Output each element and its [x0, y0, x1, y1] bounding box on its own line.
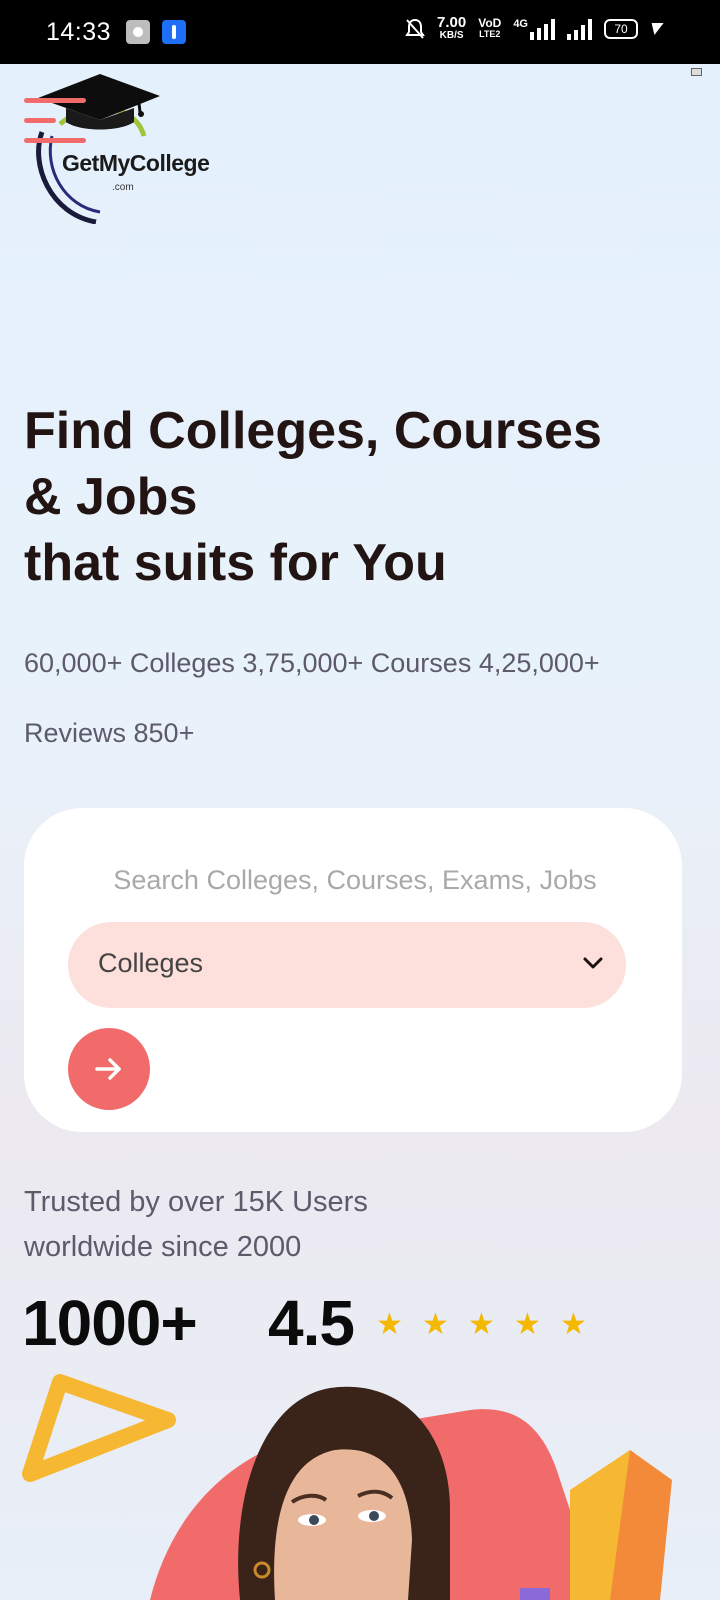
trust-text: Trusted by over 15K Users worldwide sinc… — [24, 1180, 444, 1270]
logo-domain: .com — [112, 182, 134, 193]
hero-title-line1: Find Colleges, Courses — [24, 402, 602, 460]
volte-top: VoD — [478, 15, 502, 30]
settings-notification-icon — [126, 20, 150, 44]
status-right-group: 7.00 KB/S VoD LTE2 4G 70 — [405, 14, 664, 41]
screen-indicator-icon — [691, 68, 702, 76]
trust-text-line1: Trusted by over 15K Users — [24, 1186, 368, 1218]
hero-title-line2: & Jobs — [24, 468, 198, 526]
arrow-right-icon — [95, 1058, 121, 1080]
signal-sim1: 4G — [513, 18, 555, 40]
chevron-down-icon — [583, 957, 603, 969]
battery-level: 70 — [614, 21, 628, 36]
hero-title-line3: that suits for You — [24, 534, 447, 592]
trust-text-line2: worldwide since 2000 — [24, 1231, 302, 1263]
hamburger-icon-bar — [24, 118, 56, 123]
hero-stats: 60,000+ Colleges 3,75,000+ Courses 4,25,… — [24, 648, 600, 748]
pupil-left — [309, 1515, 319, 1525]
status-bar: 14:33 7.00 KB/S VoD LTE2 4G 70 — [0, 0, 720, 64]
signal-bars-sim2-icon — [567, 18, 592, 40]
hamburger-menu-button[interactable] — [24, 98, 86, 146]
star-icon: ★ — [468, 1308, 495, 1341]
site-logo[interactable]: GetMyCollege .com — [20, 74, 210, 225]
pupil-right — [369, 1511, 379, 1521]
hero-title: Find Colleges, Courses & Jobs that suits… — [24, 398, 704, 596]
net-speed: 7.00 KB/S — [437, 14, 467, 41]
search-go-button[interactable] — [68, 1028, 150, 1110]
network-type: 4G — [513, 17, 528, 30]
rating-stars: ★ ★ ★ ★ ★ — [376, 1308, 587, 1341]
usb-notification-icon — [162, 20, 186, 44]
logo-name: GetMyCollege — [62, 150, 210, 176]
purple-shape — [520, 1588, 550, 1600]
category-selected-value: Colleges — [98, 948, 204, 978]
mute-bell-icon — [405, 18, 425, 39]
hamburger-icon-bar — [24, 138, 86, 143]
star-icon: ★ — [560, 1308, 587, 1341]
triangle-shape — [22, 1374, 176, 1482]
status-time: 14:33 — [46, 18, 112, 46]
hamburger-icon — [24, 98, 86, 103]
battery-icon: 70 — [604, 18, 638, 39]
hero-person-illustration — [22, 1374, 672, 1600]
signal-bars-icon — [530, 18, 555, 40]
hero-illustration — [0, 1370, 720, 1600]
search-card: Colleges — [24, 808, 682, 1132]
net-speed-unit: KB/S — [439, 30, 464, 41]
star-icon: ★ — [376, 1308, 403, 1341]
volte-indicator: VoD LTE2 — [478, 15, 502, 40]
net-speed-value: 7.00 — [437, 14, 467, 31]
star-icon: ★ — [422, 1308, 449, 1341]
star-icon: ★ — [514, 1308, 541, 1341]
charging-icon — [648, 22, 664, 35]
users-count: 1000+ — [22, 1287, 198, 1359]
graduation-cap-logo-icon — [36, 74, 160, 225]
search-input[interactable] — [68, 854, 642, 906]
rating-value: 4.5 — [268, 1287, 355, 1359]
volte-bottom: LTE2 — [479, 28, 501, 39]
category-select[interactable]: Colleges — [68, 922, 626, 1008]
